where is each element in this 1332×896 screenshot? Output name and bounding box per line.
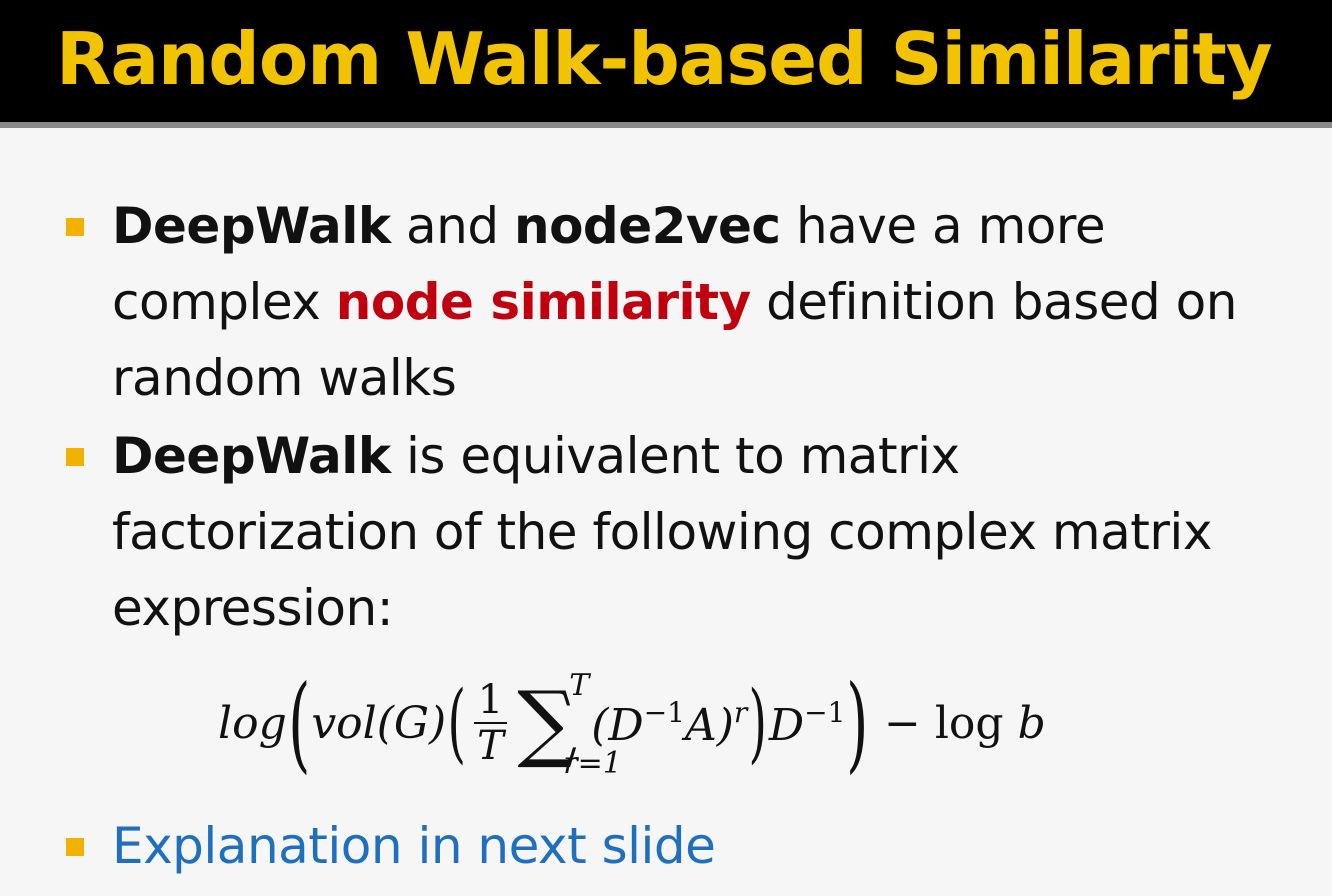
fraction-denominator: T <box>477 723 504 769</box>
formula-minus-log: − log <box>870 697 1018 749</box>
fraction-numerator: 1 <box>473 678 508 724</box>
text-span: is equivalent to matrix <box>390 427 960 485</box>
formula-paren-open-2: ( <box>447 673 467 773</box>
d-symbol: D <box>768 699 805 751</box>
term-r-exponent: r <box>733 695 748 729</box>
bold-deepwalk: DeepWalk <box>112 197 391 255</box>
bullet-1-line-2: complex node similarity definition based… <box>112 264 1312 340</box>
bold-deepwalk: DeepWalk <box>112 427 391 485</box>
title-bar: Random Walk-based Similarity <box>0 0 1332 128</box>
text-span: definition based on <box>750 273 1237 331</box>
term-d: (D <box>591 699 644 751</box>
highlight-node-similarity: node similarity <box>335 273 751 331</box>
formula-d-inverse: D−1 <box>769 696 846 751</box>
bullet-2-line-3: expression: <box>112 579 394 637</box>
term-d-exponent: −1 <box>643 695 685 729</box>
text-span: and <box>390 197 514 255</box>
matrix-formula: log ( vol(G) ( 1 T ∑ T r=1 (D−1A)r ) D−1… <box>218 662 1046 784</box>
bullet-marker-3 <box>66 838 84 856</box>
formula-sum: ∑ T r=1 <box>517 668 622 781</box>
term-a: A) <box>684 699 734 751</box>
bullet-1-line-3: random walks <box>112 349 457 407</box>
formula-log: log <box>218 697 287 749</box>
bullet-marker-1 <box>66 218 84 236</box>
sum-lower-limit: r=1 <box>563 746 622 781</box>
bullet-2-line-1: DeepWalk is equivalent to matrix <box>112 418 1312 494</box>
formula-paren-open: ( <box>287 662 311 784</box>
formula-b: b <box>1017 697 1046 749</box>
bullet-text-2: DeepWalk is equivalent to matrix factori… <box>112 418 1312 646</box>
bold-node2vec: node2vec <box>513 197 781 255</box>
formula-vol: vol(G) <box>311 697 447 749</box>
formula-paren-close: ) <box>846 662 869 784</box>
sum-upper-limit: T <box>569 668 590 703</box>
d-exponent: −1 <box>804 695 846 729</box>
bullet-marker-2 <box>66 448 84 466</box>
text-span: complex <box>112 273 336 331</box>
text-span: have a more <box>780 197 1106 255</box>
bullet-2-line-2: factorization of the following complex m… <box>112 503 1212 561</box>
bullet-text-3: Explanation in next slide <box>112 817 716 875</box>
formula-fraction: 1 T <box>473 678 508 769</box>
bullet-1-line-1: DeepWalk and node2vec have a more <box>112 188 1312 264</box>
slide-title: Random Walk-based Similarity <box>56 17 1273 101</box>
bullet-text-1: DeepWalk and node2vec have a more comple… <box>112 188 1312 416</box>
formula-term: (D−1A)r <box>591 696 747 751</box>
formula-paren-close-2: ) <box>748 673 768 773</box>
